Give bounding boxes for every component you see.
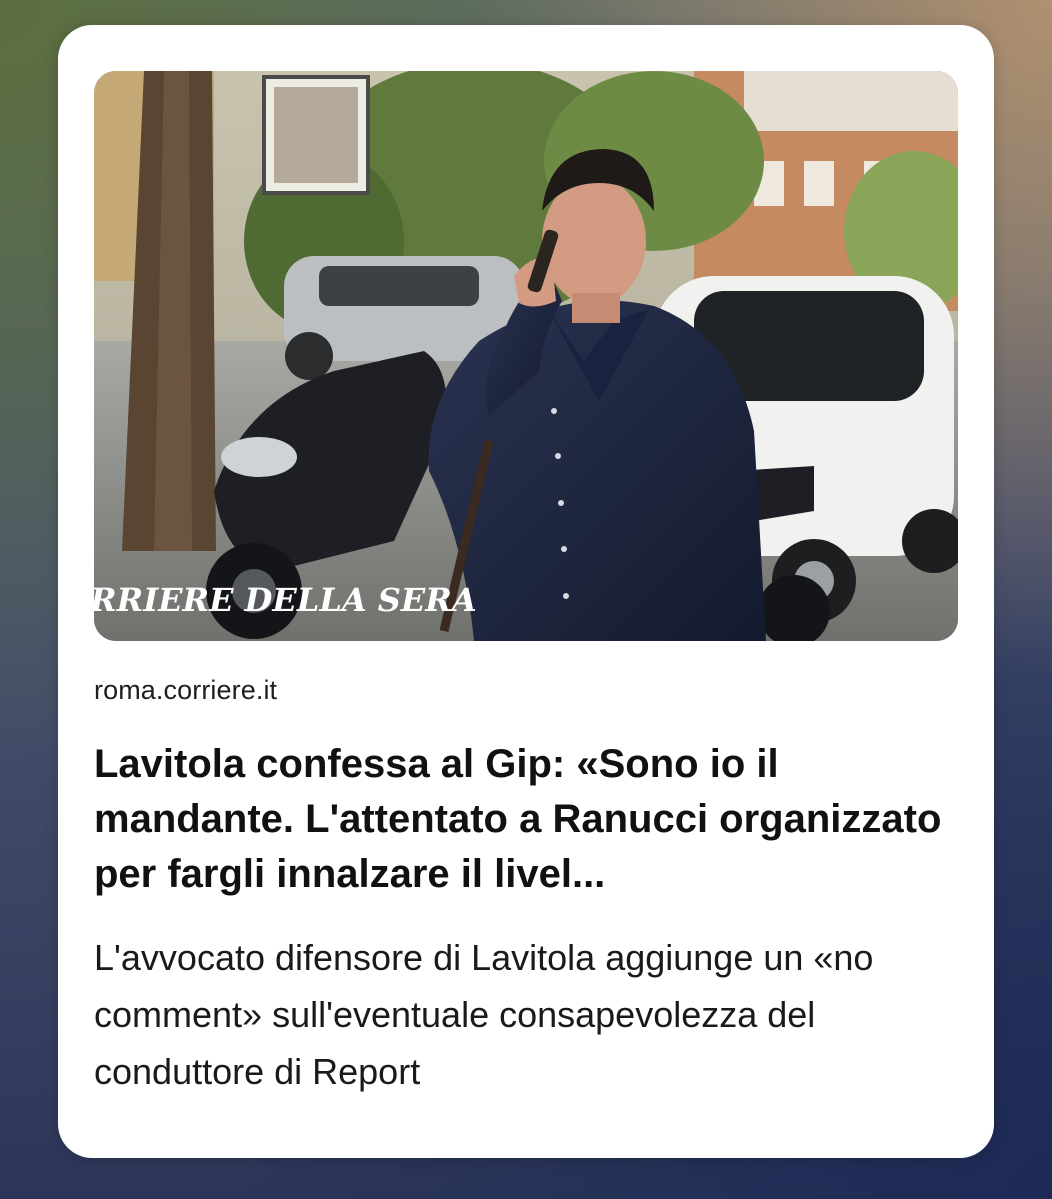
- image-watermark: RRIERE DELLA SERA: [94, 581, 477, 619]
- source-domain: roma.corriere.it: [94, 675, 278, 705]
- article-photo[interactable]: RRIERE DELLA SERA: [94, 71, 958, 641]
- article-headline[interactable]: Lavitola confessa al Gip: «Sono io il ma…: [94, 737, 958, 902]
- article-summary: L'avvocato difensore di Lavitola aggiung…: [94, 937, 874, 1092]
- news-link-preview-card[interactable]: RRIERE DELLA SERA roma.corriere.it Lavit…: [58, 25, 994, 1158]
